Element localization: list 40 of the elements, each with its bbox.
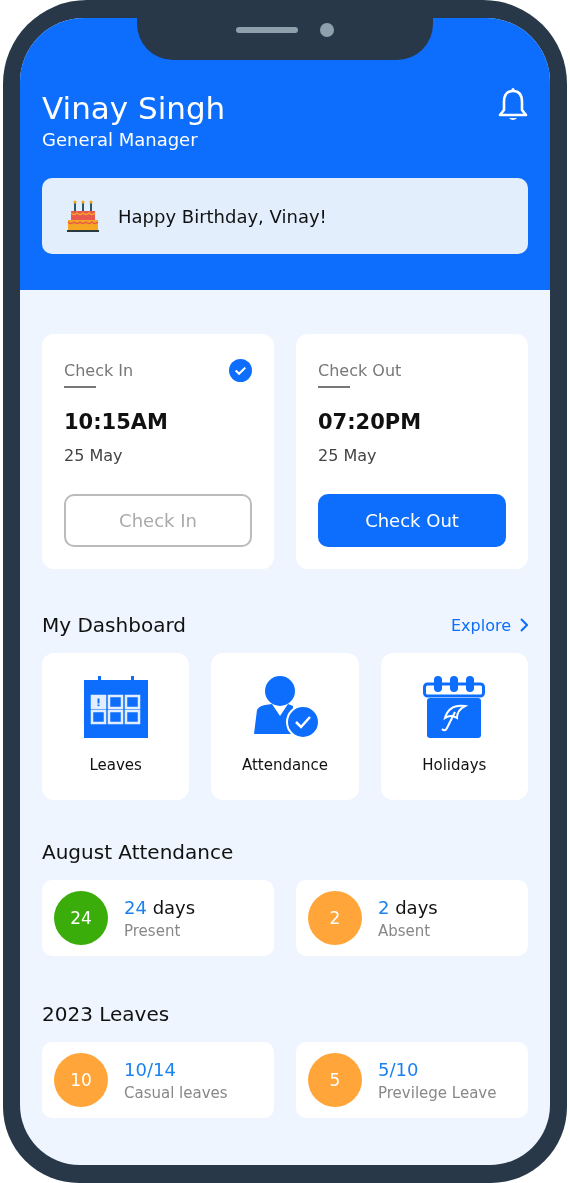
section-title: My Dashboard [42,613,186,637]
dashboard-tile[interactable]: Holidays [380,653,528,800]
stat-value: 10/14 [124,1058,177,1080]
punch-time: 10:15AM [64,410,169,434]
count-badge: 24 [54,891,108,945]
explore-link[interactable]: Explore [450,615,528,635]
front-camera [320,23,334,37]
birthday-message: Happy Birthday, Vinay! [118,205,327,227]
card-label: Check In [64,360,134,380]
stat-value: 2 days [378,896,438,918]
dashboard-tile[interactable]: Leaves [42,653,190,800]
stat-value: 5/10 [378,1058,420,1080]
speaker-grille [236,27,298,33]
punch-date: 25 May [318,446,378,465]
punch-time: 07:20PM [318,410,423,434]
tile-label: Holidays [422,756,487,774]
user-name: Vinay Singh [42,89,226,128]
stat-label: Previlege Leave [378,1083,497,1102]
user-check-icon [251,676,319,738]
punch-button[interactable]: Check Out [318,494,506,547]
chevron-right-icon [519,618,528,632]
tile-label: Attendance [241,756,329,774]
card-label: Check Out [318,360,402,380]
section-title: 2023 Leaves [42,1002,170,1026]
calendar-icon [83,676,148,738]
stat-value: 24 days [124,896,196,918]
section-title: August Attendance [42,840,234,864]
stat-label: Casual leaves [124,1083,228,1102]
tile-label: Leaves [89,756,142,774]
count-badge: 5 [308,1053,362,1107]
count-badge: 10 [54,1053,108,1107]
count-badge: 2 [308,891,362,945]
bell-icon[interactable] [498,88,528,122]
user-role: General Manager [42,128,199,152]
punch-date: 25 May [64,446,124,465]
dashboard-tile[interactable]: Attendance [211,653,359,800]
stat-label: Present [124,921,182,940]
calendar-umbrella-icon [423,676,486,738]
cake-icon [66,199,100,233]
stat-label: Absent [378,921,432,940]
